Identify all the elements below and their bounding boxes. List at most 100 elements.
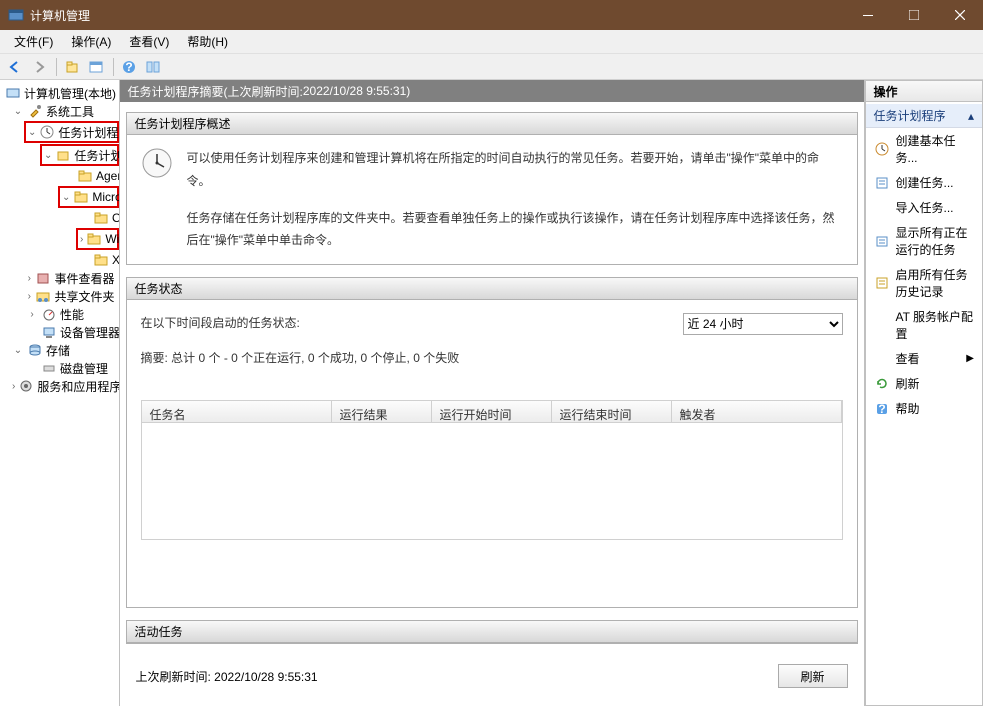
tree-label: 服务和应用程序 — [37, 378, 119, 395]
close-button[interactable] — [937, 0, 983, 30]
action-label: 启用所有任务历史记录 — [896, 266, 975, 300]
action-import-task[interactable]: 导入任务... — [866, 195, 983, 220]
actions-group-title[interactable]: 任务计划程序 ▴ — [866, 104, 983, 128]
tree-storage[interactable]: ⌄ 存储 — [0, 341, 119, 359]
tree-disk-management[interactable]: 磁盘管理 — [0, 359, 119, 377]
highlight-box: ⌄ 任务计划程序库 — [40, 144, 119, 166]
window-title: 计算机管理 — [30, 7, 845, 24]
toolbar-separator — [56, 58, 57, 76]
forward-button[interactable] — [28, 56, 50, 78]
services-icon — [18, 378, 34, 394]
expand-icon[interactable]: › — [80, 234, 83, 245]
action-label: 导入任务... — [896, 199, 954, 216]
task-table[interactable]: 任务名 运行结果 运行开始时间 运行结束时间 触发者 — [141, 400, 843, 540]
action-create-basic-task[interactable]: 创建基本任务... — [866, 128, 983, 170]
expand-icon[interactable]: › — [26, 291, 32, 302]
collapse-icon[interactable]: ⌄ — [28, 127, 36, 138]
collapse-icon[interactable]: ⌄ — [44, 150, 52, 161]
tree-shared-folders[interactable]: › 共享文件夹 — [0, 287, 119, 305]
action-label: 帮助 — [896, 400, 920, 417]
overview-title[interactable]: 任务计划程序概述 — [127, 113, 857, 135]
actions-group-label: 任务计划程序 — [874, 107, 946, 124]
details-button[interactable] — [142, 56, 164, 78]
tree-root[interactable]: 计算机管理(本地) — [0, 84, 119, 102]
collapse-icon[interactable]: ⌄ — [12, 345, 24, 356]
last-refresh-label: 上次刷新时间: — [136, 670, 215, 684]
tree-device-manager[interactable]: 设备管理器 — [0, 323, 119, 341]
menu-file[interactable]: 文件(F) — [6, 31, 61, 52]
col-task-name[interactable]: 任务名 — [142, 401, 332, 422]
minimize-button[interactable] — [845, 0, 891, 30]
svg-text:?: ? — [878, 402, 885, 416]
expand-icon[interactable]: › — [26, 273, 32, 284]
toolbar: ? — [0, 54, 983, 80]
history-icon — [874, 275, 890, 291]
footer-row: 上次刷新时间: 2022/10/28 9:55:31 刷新 — [126, 656, 858, 696]
task-table-head: 任务名 运行结果 运行开始时间 运行结束时间 触发者 — [142, 401, 842, 423]
tree-onecore[interactable]: OneCore — [0, 209, 119, 227]
status-body: 在以下时间段启动的任务状态: 近 24 小时 摘要: 总计 0 个 - 0 个正… — [127, 300, 857, 607]
expand-icon[interactable]: › — [12, 381, 15, 392]
status-summary: 摘要: 总计 0 个 - 0 个正在运行, 0 个成功, 0 个停止, 0 个失… — [141, 347, 843, 370]
center-header: 任务计划程序摘要(上次刷新时间: 2022/10/28 9:55:31) — [120, 80, 864, 102]
action-label: 创建任务... — [896, 174, 954, 191]
back-button[interactable] — [4, 56, 26, 78]
tree-agent-activation[interactable]: Agent Activation — [0, 167, 119, 185]
action-show-running[interactable]: 显示所有正在运行的任务 — [866, 220, 983, 262]
tree-microsoft[interactable]: ⌄ Microsoft — [62, 188, 115, 206]
create-task-icon — [874, 175, 890, 191]
time-range-select[interactable]: 近 24 小时 — [683, 313, 843, 335]
active-section: 活动任务 — [126, 620, 858, 644]
menu-view[interactable]: 查看(V) — [121, 31, 177, 52]
folder-icon — [93, 252, 109, 268]
center-pane: 任务计划程序摘要(上次刷新时间: 2022/10/28 9:55:31) 任务计… — [120, 80, 865, 706]
tree-windows[interactable]: › Windows — [80, 230, 115, 248]
collapse-icon[interactable]: ⌄ — [62, 192, 70, 203]
tree-label: 计算机管理(本地) — [24, 85, 116, 102]
nav-tree[interactable]: 计算机管理(本地) ⌄ 系统工具 ⌄ 任务计划程序 ⌄ 任务计划程序库 Agen… — [0, 80, 120, 706]
active-title[interactable]: 活动任务 — [127, 621, 857, 643]
up-button[interactable] — [61, 56, 83, 78]
action-at-service[interactable]: AT 服务帐户配置 — [866, 304, 983, 346]
tree-label: XblGameSave — [112, 253, 120, 267]
highlight-box: › Windows — [76, 228, 119, 250]
tree-label: Agent Activation — [96, 169, 120, 183]
collapse-icon[interactable]: ▴ — [968, 109, 974, 123]
tree-label: 任务计划程序 — [58, 124, 119, 141]
tree-label: 磁盘管理 — [60, 360, 108, 377]
collapse-icon[interactable]: ⌄ — [12, 106, 24, 117]
action-create-task[interactable]: 创建任务... — [866, 170, 983, 195]
task-table-body — [142, 423, 842, 533]
action-refresh[interactable]: 刷新 — [866, 371, 983, 396]
expand-icon[interactable]: › — [26, 309, 38, 320]
tree-services-apps[interactable]: › 服务和应用程序 — [0, 377, 119, 395]
col-trigger[interactable]: 触发者 — [672, 401, 842, 422]
status-title[interactable]: 任务状态 — [127, 278, 857, 300]
maximize-button[interactable] — [891, 0, 937, 30]
tree-xblgamesave[interactable]: XblGameSave — [0, 251, 119, 269]
tree-performance[interactable]: › 性能 — [0, 305, 119, 323]
action-enable-history[interactable]: 启用所有任务历史记录 — [866, 262, 983, 304]
menu-help[interactable]: 帮助(H) — [179, 31, 236, 52]
menu-action[interactable]: 操作(A) — [63, 31, 119, 52]
tree-system-tools[interactable]: ⌄ 系统工具 — [0, 102, 119, 120]
col-result[interactable]: 运行结果 — [332, 401, 432, 422]
help-button[interactable]: ? — [118, 56, 140, 78]
highlight-box: ⌄ Microsoft — [58, 186, 119, 208]
action-help[interactable]: ? 帮助 — [866, 396, 983, 421]
col-start[interactable]: 运行开始时间 — [432, 401, 552, 422]
import-icon — [874, 200, 890, 216]
tree-task-scheduler[interactable]: ⌄ 任务计划程序 — [28, 123, 115, 141]
action-view[interactable]: 查看 ▶ — [866, 346, 983, 371]
tree-task-scheduler-lib[interactable]: ⌄ 任务计划程序库 — [44, 146, 115, 164]
header-time: 2022/10/28 9:55:31 — [303, 84, 406, 98]
col-end[interactable]: 运行结束时间 — [552, 401, 672, 422]
actions-body: 任务计划程序 ▴ 创建基本任务... 创建任务... 导入任务... 显示所有正… — [865, 102, 983, 706]
status-section: 任务状态 在以下时间段启动的任务状态: 近 24 小时 摘要: 总计 0 个 -… — [126, 277, 858, 608]
refresh-button[interactable]: 刷新 — [778, 664, 848, 688]
properties-button[interactable] — [85, 56, 107, 78]
tree-label: 共享文件夹 — [54, 288, 114, 305]
action-label: AT 服务帐户配置 — [896, 308, 975, 342]
svg-text:?: ? — [125, 60, 132, 74]
tree-event-viewer[interactable]: › 事件查看器 — [0, 269, 119, 287]
